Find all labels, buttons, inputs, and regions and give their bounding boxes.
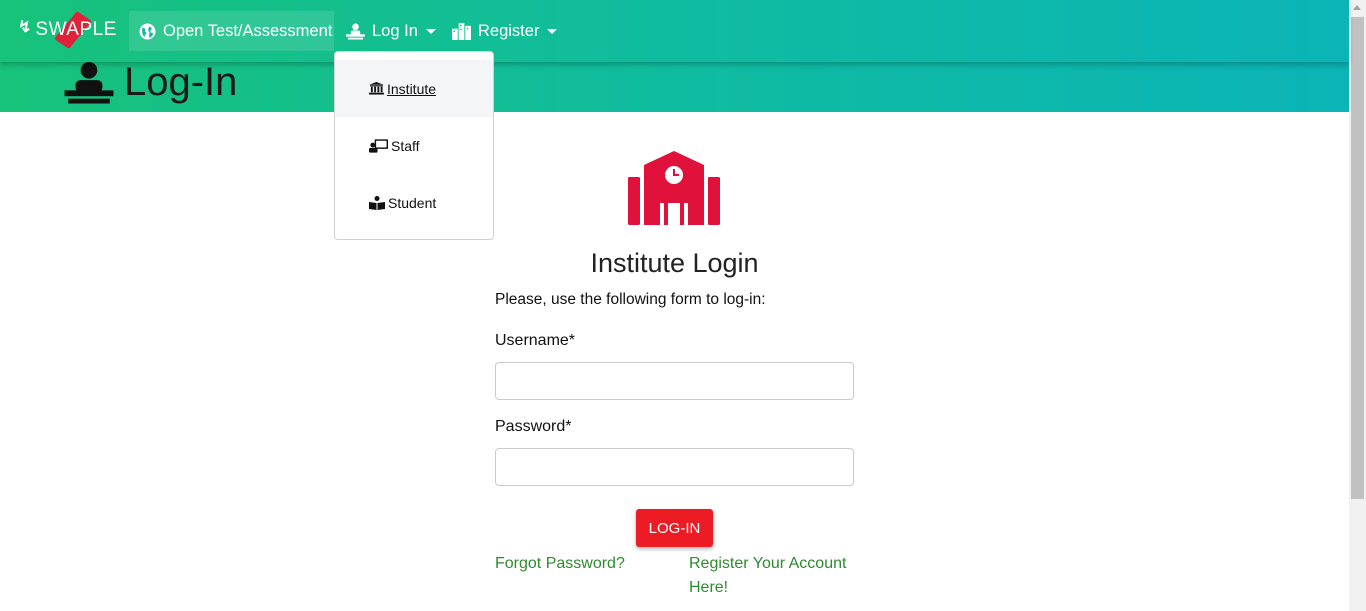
chalkboard-teacher-icon [369,138,388,153]
forgot-password-link[interactable]: Forgot Password? [495,552,625,576]
nav-login-label: Log In [372,21,418,40]
bolt-icon: ↯ [18,19,32,36]
page-title: Log-In [124,60,238,104]
nav-open-test[interactable]: Open Test/Assessment [129,11,334,51]
dropdown-item-label: Staff [391,137,420,154]
password-field[interactable] [495,448,854,486]
password-label: Password* [495,418,572,435]
dropdown-item-institute[interactable]: Institute [335,60,493,117]
form-title: Institute Login [590,248,759,278]
chevron-down-icon [547,28,558,34]
page-heading: Log-In [64,60,237,105]
dropdown-item-student[interactable]: Student [335,174,493,231]
vertical-scrollbar[interactable] [1349,0,1366,611]
login-button[interactable]: LOG-IN [636,509,713,547]
username-label: Username* [495,332,576,349]
login-dropdown-menu: Institute Staff Student [334,51,494,240]
globe-icon [139,23,156,39]
nav-open-test-label: Open Test/Assessment [163,21,333,40]
nav-login[interactable]: Log In [346,11,436,51]
chevron-down-icon [425,28,436,34]
dropdown-item-staff[interactable]: Staff [335,117,493,174]
dropdown-item-label: Institute [387,80,437,97]
navbar: ↯ SWAPLE Open Test/Assessment Log In Reg… [0,0,1349,62]
scroll-up-arrow-icon[interactable] [1353,5,1361,10]
brand-logo[interactable]: ↯ SWAPLE [18,10,117,50]
nav-register[interactable]: Register [452,11,558,51]
book-reader-icon [369,195,385,210]
user-desk-icon [64,61,114,104]
username-field[interactable] [495,362,854,400]
brand-name: SWAPLE [35,19,117,40]
nav-register-label: Register [478,21,540,40]
building-icon [452,22,471,40]
scrollbar-thumb[interactable] [1351,17,1364,499]
school-icon [628,151,720,230]
form-instruction: Please, use the following form to log-in… [495,291,766,308]
register-account-link[interactable]: Register Your Account Here! [689,552,859,600]
dropdown-item-label: Student [388,194,437,211]
university-icon [369,82,384,95]
user-desk-icon [346,22,365,40]
